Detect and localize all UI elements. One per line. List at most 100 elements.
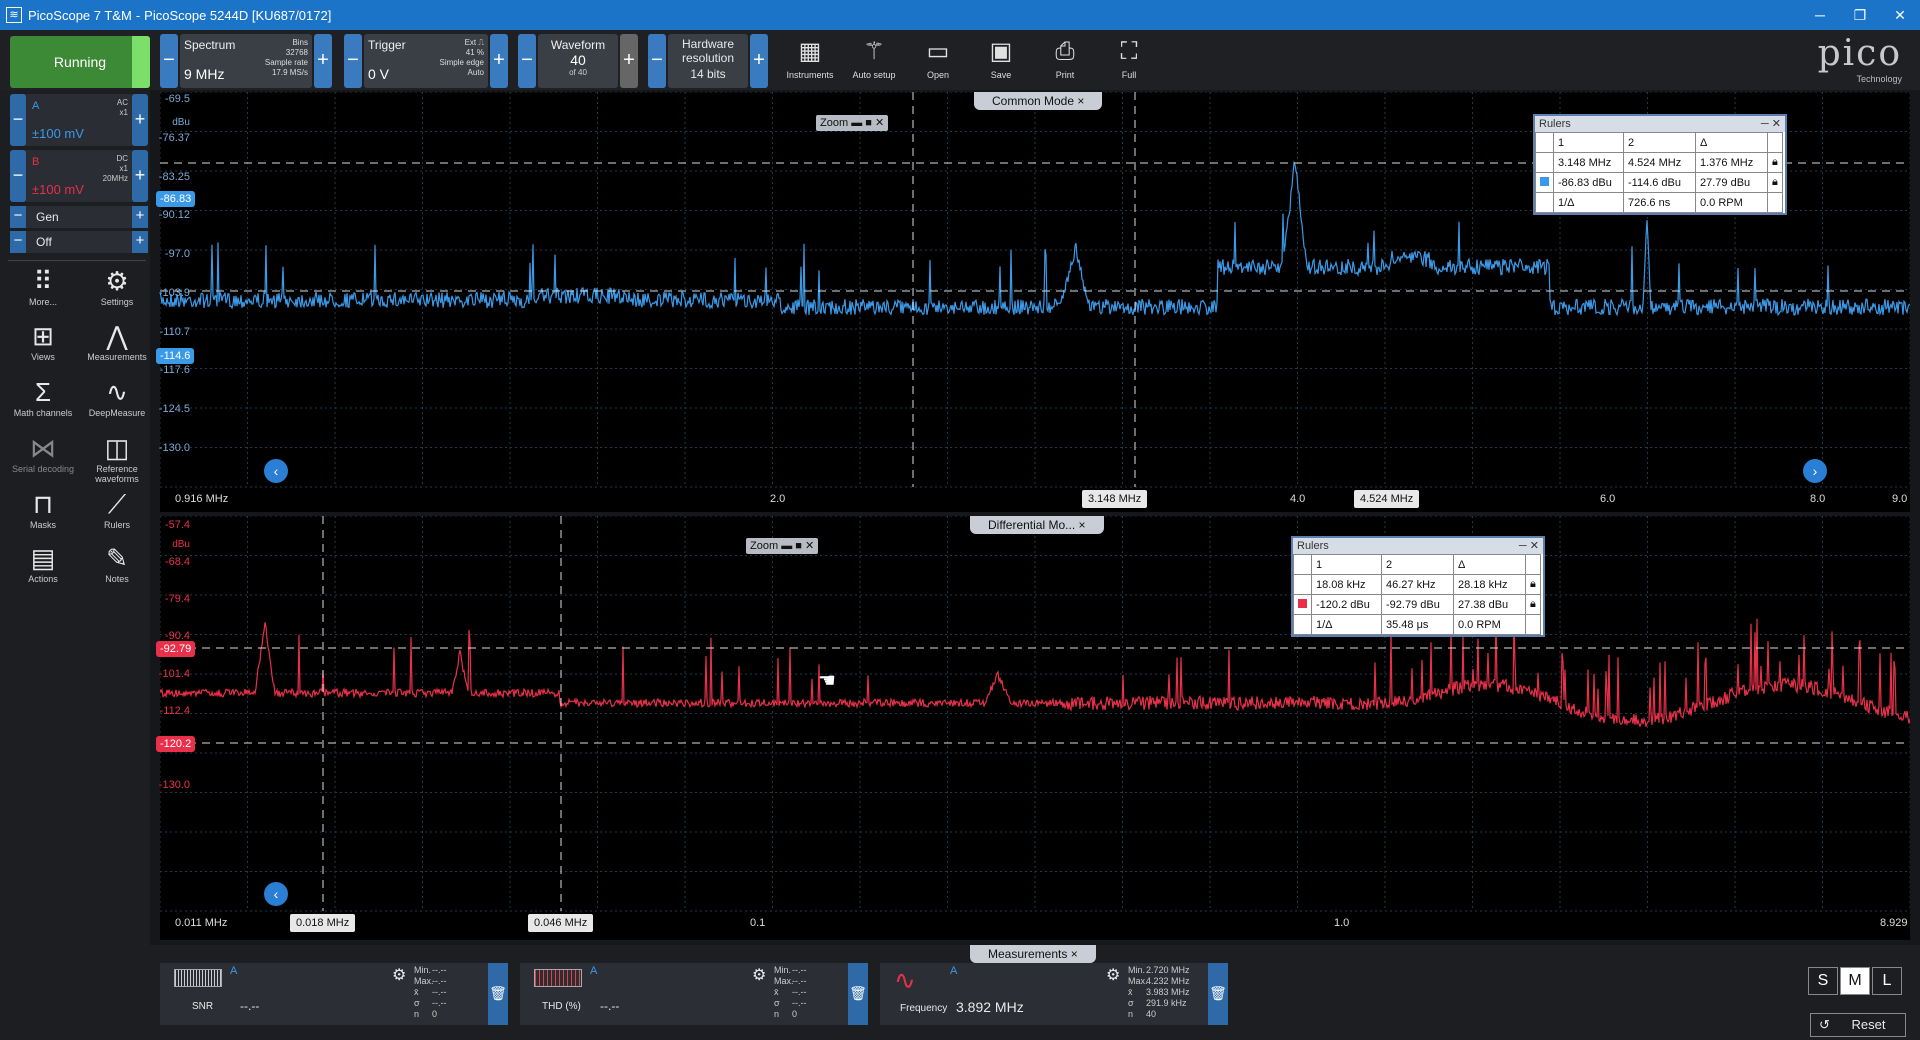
close-icon[interactable]: ✕ (805, 540, 814, 552)
lock-icon[interactable]: 🔒︎ (1525, 594, 1541, 615)
spectrum-control[interactable]: Spectrum 9 MHz Bins 32768 Sample rate 17… (180, 34, 312, 88)
zoom-widget-top[interactable]: Zoom ▬ ■ ✕ (816, 115, 889, 131)
gen-control[interactable]: − Gen + (10, 206, 148, 228)
close-icon[interactable]: ✕ (1772, 118, 1781, 130)
off-decrease-button[interactable]: − (10, 231, 26, 253)
trigger-increase-button[interactable]: + (490, 34, 508, 88)
views-button[interactable]: ⊞ Views (8, 320, 78, 362)
channel-b-control[interactable]: − B DC x1 20MHz ±100 mV + (10, 150, 148, 202)
trash-icon[interactable]: 🗑︎ (488, 963, 508, 1025)
ruler-marker-bottom-2[interactable]: -120.2 (156, 736, 196, 752)
deepmeasure-button[interactable]: ∿ DeepMeasure (82, 376, 152, 418)
zoom-in-icon[interactable]: ■ (865, 117, 872, 129)
sample-rate-label: Sample rate (264, 58, 308, 67)
gear-icon[interactable]: ⚙ (752, 965, 766, 985)
masks-button[interactable]: ⊓ Masks (8, 488, 78, 530)
resolution-increase-button[interactable]: + (750, 34, 768, 88)
lock-icon[interactable]: 🔒︎ (1767, 152, 1783, 173)
minimize-icon[interactable]: ─ (1519, 540, 1527, 552)
resolution-control[interactable]: Hardware resolution 14 bits (668, 34, 748, 88)
ruler-tag-bottom-1[interactable]: 0.018 MHz (290, 914, 356, 932)
tab-differential-mode[interactable]: Differential Mo... × (970, 516, 1104, 534)
instruments-button[interactable]: ▦ Instruments (779, 34, 841, 90)
math-channels-button[interactable]: Σ Math channels (8, 376, 78, 418)
sample-rate-value: 17.9 MS/s (271, 68, 308, 77)
ruler-tag-top-1[interactable]: 3.148 MHz (1082, 490, 1148, 508)
spectrum-increase-button[interactable]: + (314, 34, 332, 88)
full-button[interactable]: ⛶ Full (1098, 34, 1160, 90)
save-button[interactable]: ▣ Save (970, 34, 1032, 90)
zoom-out-icon[interactable]: ▬ (851, 117, 862, 129)
waveform-next-button[interactable]: + (620, 34, 638, 88)
thd-label: THD (%) (542, 1001, 581, 1012)
thd-stat-labels: Min. Max. x̄ σ n (774, 965, 794, 1019)
close-icon[interactable]: × (1071, 947, 1078, 961)
channel-b-decrease-button[interactable]: − (10, 150, 26, 202)
gear-icon[interactable]: ⚙ (392, 965, 406, 985)
channel-b-increase-button[interactable]: + (132, 150, 148, 202)
open-button[interactable]: ▭ Open (907, 34, 969, 90)
close-icon[interactable]: ✕ (1880, 0, 1920, 30)
zoom-out-icon[interactable]: ▬ (781, 540, 792, 552)
channel-a-decrease-button[interactable]: − (10, 94, 26, 146)
ruler-tag-top-2[interactable]: 4.524 MHz (1354, 490, 1420, 508)
lock-icon[interactable]: 🔒︎ (1525, 574, 1541, 595)
measurements-button[interactable]: ⋀ Measurements (82, 320, 152, 362)
auto-setup-button[interactable]: ⚚ Auto setup (843, 34, 905, 90)
close-icon[interactable]: × (1079, 518, 1086, 532)
off-control[interactable]: − Off + (10, 231, 148, 253)
waveform-control[interactable]: Waveform 40 of 40 (538, 34, 618, 88)
ruler-marker-top-1[interactable]: -86.83 (156, 191, 196, 207)
close-icon[interactable]: ✕ (875, 117, 884, 129)
trash-icon[interactable]: 🗑︎ (848, 963, 868, 1025)
zoom-in-icon[interactable]: ■ (795, 540, 802, 552)
off-increase-button[interactable]: + (132, 231, 148, 253)
waveform-previous-button[interactable]: − (518, 34, 536, 88)
tab-common-mode[interactable]: Common Mode × (974, 92, 1103, 110)
minimize-icon[interactable]: ─ (1761, 118, 1769, 130)
restore-icon[interactable]: ❐ (1840, 0, 1880, 30)
gen-decrease-button[interactable]: − (10, 206, 26, 228)
trigger-decrease-button[interactable]: − (344, 34, 362, 88)
ruler-marker-top-2[interactable]: -114.6 (156, 348, 195, 364)
gear-icon[interactable]: ⚙ (1106, 965, 1120, 985)
settings-button[interactable]: ⚙ Settings (82, 265, 152, 307)
run-stop-button[interactable]: Running (10, 36, 150, 88)
scroll-left-icon[interactable]: ‹ (264, 459, 288, 483)
rulers-panel-bottom[interactable]: Rulers ─ ✕ 12Δ 18.08 kHz 46.27 kHz 28.18 kH… (1291, 536, 1545, 637)
minimize-icon[interactable]: ─ (1800, 0, 1840, 30)
close-icon[interactable]: × (1077, 94, 1084, 108)
more-button[interactable]: ⠿ More... (8, 265, 78, 307)
ruler-marker-bottom-1[interactable]: -92.79 (156, 641, 196, 657)
channel-a-increase-button[interactable]: + (132, 94, 148, 146)
measurement-snr[interactable]: A SNR --.-- ⚙ Min. Max. x̄ σ n --.-- --.-- --.… (160, 963, 508, 1025)
differential-mode-view[interactable] (160, 516, 1910, 940)
measurement-thd[interactable]: A THD (%) --.-- ⚙ Min. Max. x̄ σ n --.-- --.-… (520, 963, 868, 1025)
close-icon[interactable]: ✕ (1530, 540, 1539, 552)
print-button[interactable]: ⎙ Print (1034, 34, 1096, 90)
differential-mode-plot[interactable] (160, 516, 1910, 940)
rulers-panel-top[interactable]: Rulers ─ ✕ 12Δ 3.148 MHz 4.524 MHz 1.376 MH… (1533, 114, 1787, 215)
gen-increase-button[interactable]: + (132, 206, 148, 228)
tab-measurements[interactable]: Measurements × (970, 945, 1096, 963)
reset-button[interactable]: ↺ Reset (1810, 1013, 1906, 1037)
trigger-control[interactable]: Trigger 0 V Ext ⎍ 41 % Simple edge Auto (364, 34, 488, 88)
channel-a-control[interactable]: − A AC x1 ±100 mV + (10, 94, 148, 146)
size-s-button[interactable]: S (1808, 967, 1838, 995)
trash-icon[interactable]: 🗑︎ (1208, 963, 1228, 1025)
spectrum-decrease-button[interactable]: − (160, 34, 178, 88)
scroll-right-icon[interactable]: › (1803, 459, 1827, 483)
notes-button[interactable]: ✎ Notes (82, 542, 152, 584)
lock-icon[interactable]: 🔒︎ (1767, 172, 1783, 193)
measurement-frequency[interactable]: ∿ A Frequency 3.892 MHz ⚙ Min. Max. x̄ σ n 2… (880, 963, 1228, 1025)
serial-decoding-button[interactable]: ⋈ Serial decoding (8, 432, 78, 474)
size-l-button[interactable]: L (1872, 967, 1902, 995)
rulers-button[interactable]: ⟋ Rulers (82, 488, 152, 530)
resolution-decrease-button[interactable]: − (648, 34, 666, 88)
size-m-button[interactable]: M (1840, 967, 1870, 995)
scroll-left-icon[interactable]: ‹ (264, 882, 288, 906)
reference-waveforms-button[interactable]: ◫ Reference waveforms (82, 432, 152, 484)
actions-button[interactable]: ▤ Actions (8, 542, 78, 584)
zoom-widget-bottom[interactable]: Zoom ▬ ■ ✕ (746, 538, 819, 554)
ruler-tag-bottom-2[interactable]: 0.046 MHz (528, 914, 594, 932)
